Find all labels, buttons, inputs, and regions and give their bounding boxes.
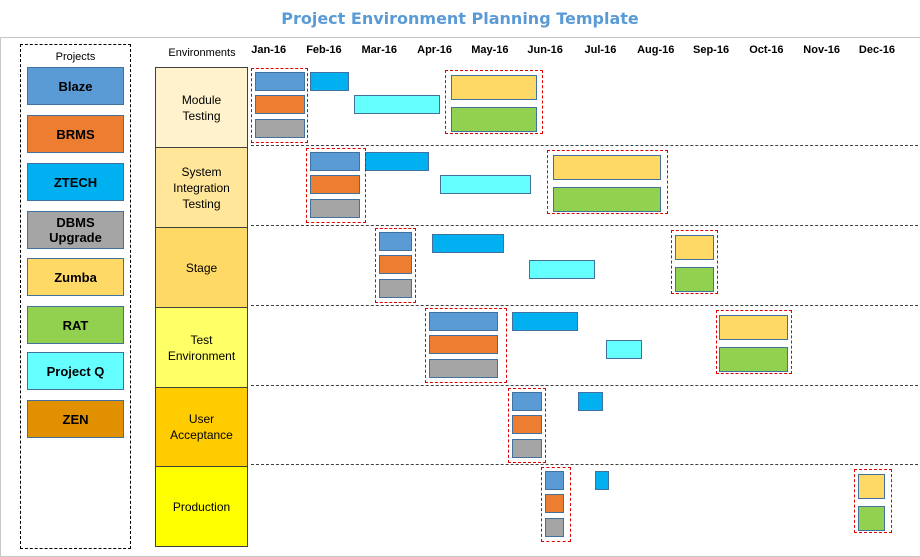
environment-test-environment: Test Environment [155, 307, 248, 388]
row-separator [251, 145, 918, 146]
highlight-group-box [425, 308, 508, 383]
highlight-group-box [853, 469, 892, 533]
month-tick-label: Jun-16 [527, 44, 563, 56]
highlight-group-box [444, 70, 544, 134]
month-tick-label: Aug-16 [637, 44, 675, 56]
task-bar-ztech[interactable] [365, 152, 429, 171]
environment-production: Production [155, 466, 248, 547]
legend-item-zen: ZEN [27, 400, 124, 438]
task-bar-projectq[interactable] [354, 95, 440, 115]
task-bar-projectq[interactable] [440, 175, 532, 195]
task-bar-ztech[interactable] [594, 471, 609, 490]
legend-item-dbms: DBMS Upgrade [27, 211, 124, 249]
row-separator [251, 225, 918, 226]
month-tick-label: Oct-16 [749, 44, 784, 56]
month-tick-label: Mar-16 [361, 44, 397, 56]
month-tick-label: Nov-16 [803, 44, 840, 56]
environments-header: Environments [168, 47, 236, 59]
highlight-group-box [715, 310, 793, 374]
row-separator [251, 464, 918, 465]
environment-module-testing: Module Testing [155, 67, 248, 148]
environment-stage: Stage [155, 227, 248, 308]
month-tick-label: Apr-16 [417, 44, 452, 56]
month-tick-label: Feb-16 [306, 44, 342, 56]
legend-item-rat: RAT [27, 306, 124, 344]
task-bar-projectq[interactable] [605, 339, 642, 359]
task-bar-ztech[interactable] [578, 392, 604, 411]
highlight-group-box [671, 230, 718, 294]
row-separator [251, 385, 918, 386]
legend-item-ztech: ZTECH [27, 163, 124, 201]
task-bar-ztech[interactable] [431, 234, 504, 254]
highlight-group-box [306, 148, 367, 223]
task-bar-projectq[interactable] [528, 259, 595, 279]
highlight-group-box [375, 228, 417, 303]
page-title: Project Environment Planning Template [281, 9, 639, 28]
legend-item-brms: BRMS [27, 115, 124, 153]
task-bar-ztech[interactable] [310, 72, 349, 91]
legend-item-projectq: Project Q [27, 352, 124, 390]
month-tick-label: May-16 [471, 44, 509, 56]
legend-item-blaze: Blaze [27, 67, 124, 105]
highlight-group-box [541, 467, 571, 542]
environment-user-acceptance: User Acceptance [155, 387, 248, 467]
highlight-group-box [251, 68, 309, 143]
month-tick-label: Sep-16 [693, 44, 730, 56]
legend-item-zumba: Zumba [27, 258, 124, 296]
highlight-group-box [508, 388, 547, 463]
highlight-group-box [546, 150, 668, 214]
legend-title: Projects [55, 51, 96, 63]
month-tick-label: Dec-16 [858, 44, 895, 56]
row-separator [251, 305, 918, 306]
environment-system-integration-testing: System Integration Testing [155, 147, 248, 228]
task-bar-ztech[interactable] [511, 312, 579, 331]
month-tick-label: Jan-16 [251, 44, 287, 56]
month-tick-label: Jul-16 [584, 44, 617, 56]
